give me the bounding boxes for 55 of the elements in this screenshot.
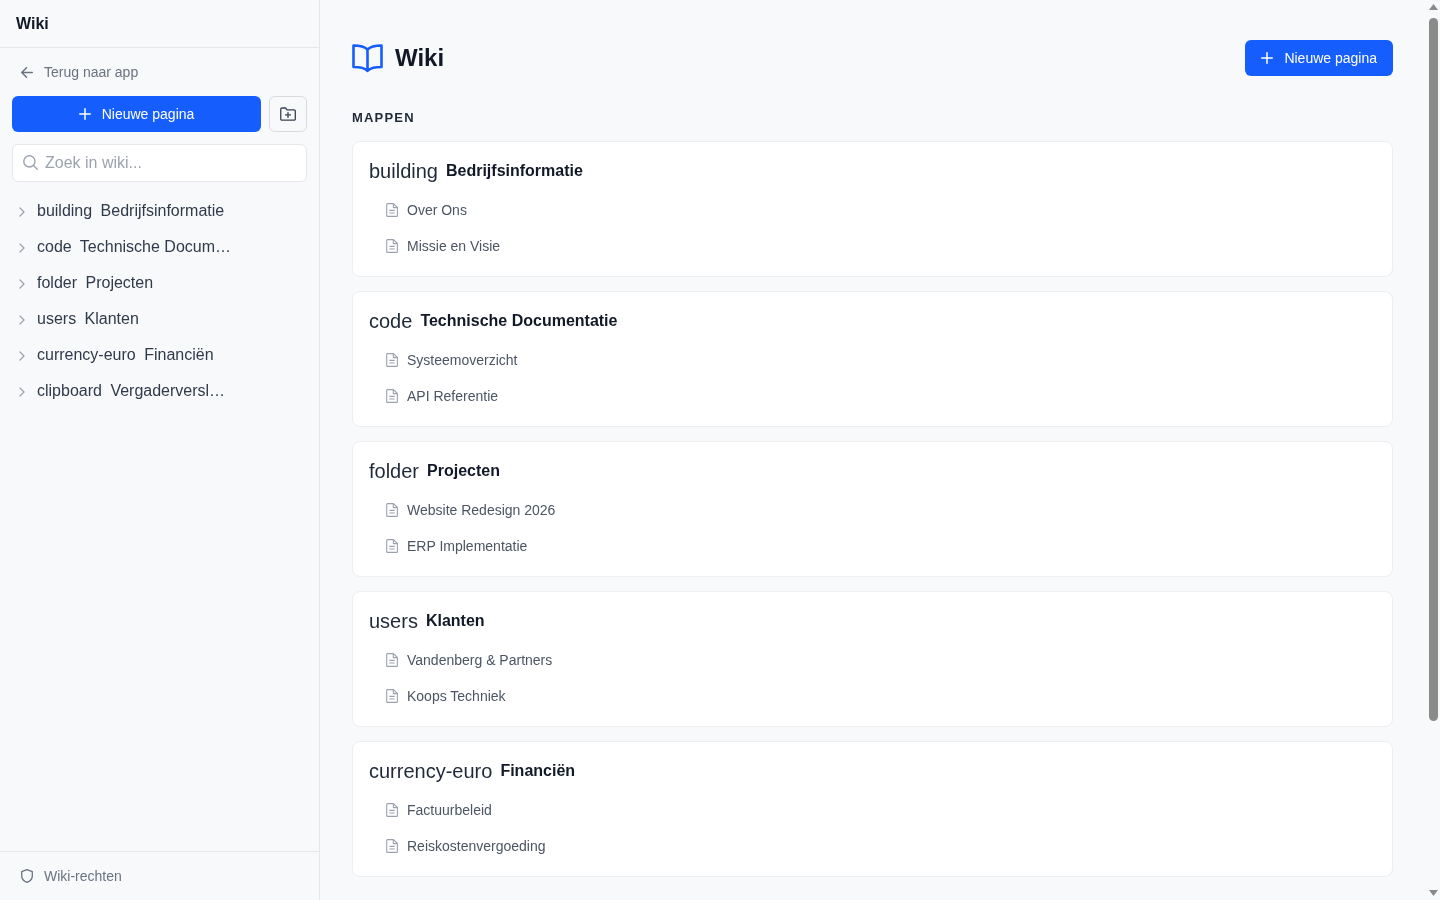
document-icon	[386, 653, 398, 667]
sidebar-title: Wiki	[16, 14, 49, 33]
section-heading: MAPPEN	[352, 111, 415, 125]
plus-icon	[78, 108, 91, 120]
tree-item[interactable]: code Technische Docum…	[12, 229, 307, 265]
icon-name-text: building	[369, 159, 438, 183]
document-icon	[386, 803, 398, 817]
search-icon	[23, 155, 38, 170]
page-link[interactable]: Website Redesign 2026	[369, 492, 556, 528]
document-icon	[386, 203, 398, 217]
page-link[interactable]: Reiskostenvergoeding	[369, 828, 546, 864]
page-link[interactable]: Systeemoverzicht	[369, 342, 518, 378]
book-icon	[352, 43, 383, 73]
scroll-up-arrow-icon[interactable]	[1428, 4, 1438, 10]
plus-icon	[1261, 52, 1274, 64]
folder-title: Technische Documentatie	[420, 312, 618, 330]
search-field[interactable]: Zoek in wiki...	[12, 144, 307, 182]
document-icon	[386, 839, 398, 853]
scroll-down-arrow-icon[interactable]	[1428, 890, 1438, 896]
folder-title: Financiën	[500, 762, 576, 780]
page-link[interactable]: Over Ons	[369, 192, 467, 228]
document-icon	[386, 689, 398, 703]
page-link[interactable]: Missie en Visie	[369, 228, 501, 264]
back-link[interactable]: Terug naar app	[12, 60, 139, 84]
tree-item[interactable]: users Klanten	[12, 301, 307, 337]
icon-name-text: code	[369, 309, 413, 333]
document-icon	[386, 539, 398, 553]
page-link[interactable]: Factuurbeleid	[369, 792, 492, 828]
tree-item[interactable]: building Bedrijfsinformatie	[12, 193, 307, 229]
folder-plus-icon	[280, 107, 296, 121]
document-icon	[386, 389, 398, 403]
tree-item[interactable]: folder Projecten	[12, 265, 307, 301]
arrow-left-icon	[21, 66, 33, 78]
document-icon	[386, 503, 398, 517]
page-link[interactable]: ERP Implementatie	[369, 528, 528, 564]
new-page-button[interactable]: Nieuwe pagina	[1245, 40, 1393, 76]
folder-title: Klanten	[425, 612, 485, 630]
shield-icon	[21, 869, 33, 883]
tree-item[interactable]: clipboard Vergaderversl…	[12, 373, 307, 409]
page-link[interactable]: API Referentie	[369, 378, 499, 414]
page-link[interactable]: Vandenberg & Partners	[369, 642, 553, 678]
permissions-link[interactable]: Wiki-rechten	[21, 868, 122, 884]
scrollbar-thumb[interactable]	[1428, 18, 1438, 721]
icon-name-text: users	[369, 609, 418, 633]
icon-name-text: folder	[369, 459, 420, 483]
folder-title: Bedrijfsinformatie	[445, 162, 583, 180]
page-title: Wiki	[395, 44, 445, 72]
icon-name-text: currency-euro	[369, 759, 493, 783]
document-icon	[386, 239, 398, 253]
new-page-button[interactable]: Nieuwe pagina	[12, 96, 261, 132]
document-icon	[386, 353, 398, 367]
page-link[interactable]: Koops Techniek	[369, 678, 506, 714]
folder-title: Projecten	[427, 462, 500, 480]
new-folder-button[interactable]	[269, 96, 307, 132]
tree-item[interactable]: currency-euro Financiën	[12, 337, 307, 373]
